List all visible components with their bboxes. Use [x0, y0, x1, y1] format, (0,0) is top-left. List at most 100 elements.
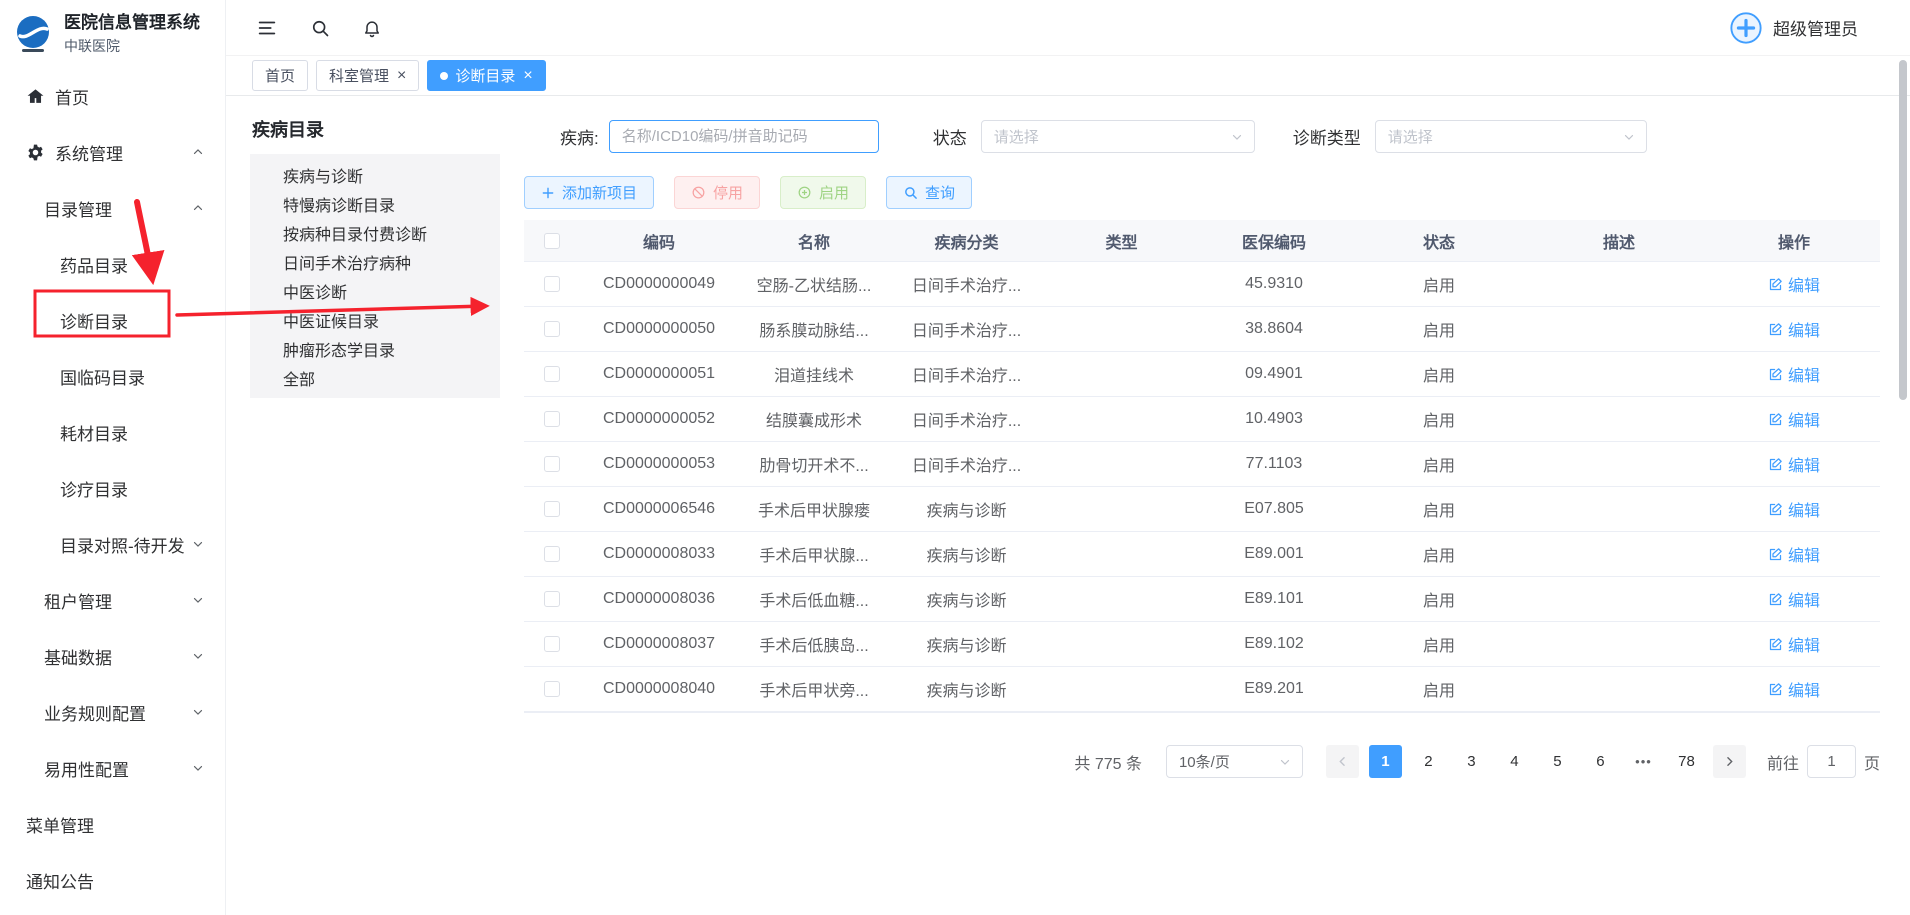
sidebar-item[interactable]: 首页	[0, 68, 225, 124]
more-pages-icon[interactable]: •••	[1627, 745, 1660, 778]
row-checkbox[interactable]	[544, 456, 560, 472]
page-number-button[interactable]: 1	[1369, 745, 1402, 778]
sidebar-item[interactable]: 易用性配置	[0, 740, 225, 796]
sidebar-item[interactable]: 药品目录	[0, 236, 225, 292]
edit-button[interactable]: 编辑	[1768, 362, 1820, 386]
disease-search-input[interactable]	[609, 120, 879, 153]
close-tab-icon[interactable]: ×	[397, 68, 406, 84]
row-code: CD0000000051	[579, 365, 739, 383]
edit-button[interactable]: 编辑	[1768, 587, 1820, 611]
tree-item[interactable]: 日间手术治疗病种	[250, 247, 500, 276]
sidebar-item[interactable]: 诊断目录	[0, 292, 225, 348]
edit-button[interactable]: 编辑	[1768, 632, 1820, 656]
sidebar-item[interactable]: 目录对照-待开发	[0, 516, 225, 572]
row-name: 手术后甲状旁...	[739, 677, 889, 701]
sidebar-item[interactable]: 目录管理	[0, 180, 225, 236]
close-tab-icon[interactable]: ×	[523, 68, 532, 84]
row-category: 日间手术治疗...	[889, 452, 1044, 476]
sidebar-item[interactable]: 业务规则配置	[0, 684, 225, 740]
status-select[interactable]: 请选择	[981, 120, 1255, 153]
goto-page-input[interactable]	[1807, 745, 1856, 778]
tree-item[interactable]: 肿瘤形态学目录	[250, 334, 500, 363]
page-number-button[interactable]: 78	[1670, 745, 1703, 778]
goto-label: 前往	[1767, 750, 1799, 774]
tree-item[interactable]: 中医证候目录	[250, 305, 500, 334]
row-name: 肋骨切开术不...	[739, 452, 889, 476]
tree-item[interactable]: 特慢病诊断目录	[250, 189, 500, 218]
page-number-button[interactable]: 2	[1412, 745, 1445, 778]
tree-item[interactable]: 中医诊断	[250, 276, 500, 305]
select-all-checkbox[interactable]	[544, 233, 560, 249]
row-checkbox-cell	[524, 366, 579, 382]
page-number-button[interactable]: 3	[1455, 745, 1488, 778]
edit-button[interactable]: 编辑	[1768, 497, 1820, 521]
row-checkbox[interactable]	[544, 636, 560, 652]
circle-plus-icon	[797, 185, 812, 200]
add-item-button[interactable]: 添加新项目	[524, 176, 654, 209]
row-checkbox[interactable]	[544, 366, 560, 382]
prev-page-button[interactable]	[1326, 745, 1359, 778]
sidebar-item[interactable]: 通知公告	[0, 852, 225, 908]
page-number-button[interactable]: 5	[1541, 745, 1574, 778]
row-checkbox-cell	[524, 636, 579, 652]
edit-button[interactable]: 编辑	[1768, 452, 1820, 476]
scrollbar-thumb[interactable]	[1899, 60, 1907, 400]
app-title-block: 医院信息管理系统 中联医院	[64, 12, 200, 55]
chevron-down-icon	[1230, 130, 1244, 144]
page-number-button[interactable]: 4	[1498, 745, 1531, 778]
edit-button[interactable]: 编辑	[1768, 542, 1820, 566]
edit-button[interactable]: 编辑	[1768, 317, 1820, 341]
query-button[interactable]: 查询	[886, 176, 972, 209]
row-actions: 编辑	[1709, 452, 1879, 476]
row-actions: 编辑	[1709, 362, 1879, 386]
row-checkbox[interactable]	[544, 591, 560, 607]
disable-button[interactable]: 停用	[674, 176, 760, 209]
disease-filter-label: 疾病:	[560, 124, 599, 149]
row-checkbox[interactable]	[544, 546, 560, 562]
row-checkbox-cell	[524, 501, 579, 517]
sidebar-item[interactable]: 基础数据	[0, 628, 225, 684]
sidebar-item[interactable]: 诊疗目录	[0, 460, 225, 516]
sidebar-item-label: 业务规则配置	[44, 700, 146, 725]
row-checkbox[interactable]	[544, 501, 560, 517]
row-category: 疾病与诊断	[889, 632, 1044, 656]
sidebar-item[interactable]: 国临码目录	[0, 348, 225, 404]
edit-icon	[1768, 547, 1783, 562]
tree-item[interactable]: 全部	[250, 363, 500, 392]
table-row: CD0000000051泪道挂线术日间手术治疗...09.4901启用编辑	[524, 352, 1880, 397]
notification-bell-icon[interactable]	[362, 18, 382, 38]
row-checkbox[interactable]	[544, 321, 560, 337]
row-insurance-code: E89.101	[1199, 590, 1349, 608]
sidebar-item-label: 国临码目录	[60, 364, 145, 389]
tab-item[interactable]: 科室管理 ×	[316, 60, 419, 91]
row-checkbox[interactable]	[544, 411, 560, 427]
tab-item[interactable]: 首页	[252, 60, 308, 91]
row-insurance-code: 77.1103	[1199, 455, 1349, 473]
row-status: 启用	[1349, 677, 1529, 701]
user-menu[interactable]: 超级管理员	[1729, 11, 1858, 45]
row-checkbox-cell	[524, 591, 579, 607]
sidebar-item[interactable]: 系统管理	[0, 124, 225, 180]
tab-item[interactable]: 诊断目录×	[427, 60, 545, 91]
row-checkbox[interactable]	[544, 681, 560, 697]
page-size-select[interactable]: 10条/页	[1166, 745, 1303, 778]
row-checkbox[interactable]	[544, 276, 560, 292]
sidebar-item[interactable]: 菜单管理	[0, 796, 225, 852]
tree-item[interactable]: 按病种目录付费诊断	[250, 218, 500, 247]
search-icon[interactable]	[310, 18, 330, 38]
page-number-button[interactable]: 6	[1584, 745, 1617, 778]
tab-label: 科室管理	[329, 65, 389, 86]
enable-button[interactable]: 启用	[780, 176, 866, 209]
diagnosis-type-select[interactable]: 请选择	[1375, 120, 1647, 153]
next-page-button[interactable]	[1713, 745, 1746, 778]
edit-button[interactable]: 编辑	[1768, 677, 1820, 701]
status-filter-label: 状态	[933, 124, 967, 149]
edit-button[interactable]: 编辑	[1768, 407, 1820, 431]
tree-item[interactable]: 疾病与诊断	[250, 160, 500, 189]
edit-button[interactable]: 编辑	[1768, 272, 1820, 296]
edit-icon	[1768, 502, 1783, 517]
sidebar-item[interactable]: 租户管理	[0, 572, 225, 628]
row-insurance-code: E89.001	[1199, 545, 1349, 563]
collapse-sidebar-icon[interactable]	[256, 17, 278, 39]
sidebar-item[interactable]: 耗材目录	[0, 404, 225, 460]
